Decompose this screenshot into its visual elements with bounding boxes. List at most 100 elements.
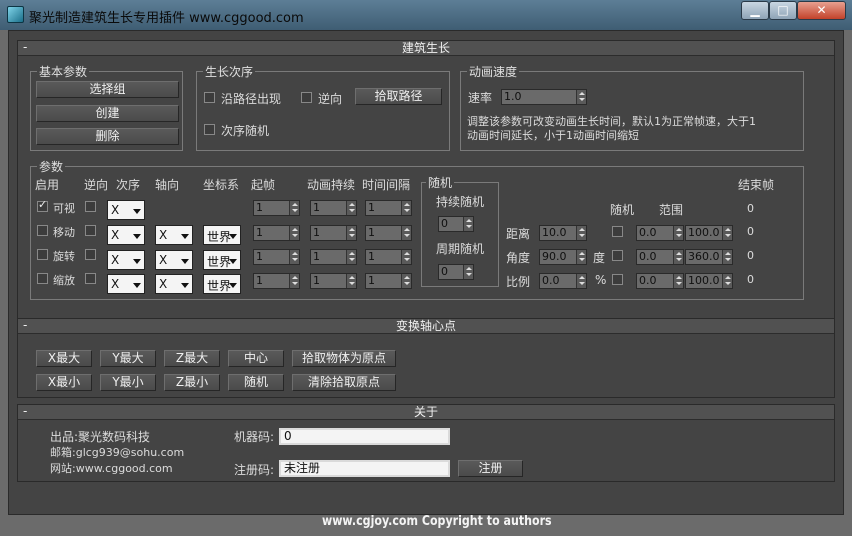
visible-start-spinner[interactable]: 1 xyxy=(253,200,300,216)
visible-enable-checkbox[interactable] xyxy=(37,198,48,212)
spinner-arrows-icon[interactable] xyxy=(722,250,732,264)
scale-duration-spinner[interactable]: 1 xyxy=(310,273,357,289)
move-axis-dropdown[interactable]: X xyxy=(155,225,193,245)
spinner-arrows-icon[interactable] xyxy=(576,226,586,240)
spinner-arrows-icon[interactable] xyxy=(463,217,473,231)
scale-interval-spinner[interactable]: 1 xyxy=(365,273,412,289)
angle-min-spinner[interactable]: 0.0 xyxy=(636,249,684,265)
periodic-random-label: 周期随机 xyxy=(436,242,485,256)
spinner-arrows-icon[interactable] xyxy=(722,274,732,288)
z-min-button[interactable]: Z最小 xyxy=(164,374,220,391)
spinner-arrows-icon[interactable] xyxy=(401,250,411,264)
move-coord-dropdown[interactable]: 世界 xyxy=(203,225,241,245)
spinner-arrows-icon[interactable] xyxy=(576,250,586,264)
visible-interval-spinner[interactable]: 1 xyxy=(365,200,412,216)
scale-enable-checkbox[interactable] xyxy=(37,273,48,284)
delete-button[interactable]: 删除 xyxy=(36,128,179,145)
spinner-arrows-icon[interactable] xyxy=(346,250,356,264)
spinner-arrows-icon[interactable] xyxy=(346,274,356,288)
random-pivot-button[interactable]: 随机 xyxy=(228,374,284,391)
maximize-button[interactable]: □ xyxy=(769,1,797,20)
visible-reverse-checkbox[interactable] xyxy=(85,201,96,212)
rotate-enable-checkbox[interactable] xyxy=(37,249,48,260)
scale-axis-dropdown[interactable]: X xyxy=(155,274,193,294)
visible-duration-spinner[interactable]: 1 xyxy=(310,200,357,216)
machine-code-field[interactable]: 0 xyxy=(279,428,450,445)
scale-order-dropdown[interactable]: X xyxy=(107,274,145,294)
spinner-arrows-icon[interactable] xyxy=(673,250,683,264)
spinner-arrows-icon[interactable] xyxy=(576,90,586,104)
angle-max-spinner[interactable]: 360.0 xyxy=(685,249,733,265)
center-button[interactable]: 中心 xyxy=(228,350,284,367)
pick-path-button[interactable]: 拾取路径 xyxy=(355,88,442,105)
scale-reverse-checkbox[interactable] xyxy=(85,273,96,284)
rotate-reverse-checkbox[interactable] xyxy=(85,249,96,260)
periodic-random-spinner[interactable]: 0 xyxy=(438,264,474,280)
random-order-checkbox[interactable] xyxy=(204,124,215,135)
rollout-title-pivot: 变换轴心点 xyxy=(395,319,456,333)
rotate-interval-value: 1 xyxy=(368,250,375,263)
rotate-axis-dropdown[interactable]: X xyxy=(155,250,193,270)
move-enable-checkbox[interactable] xyxy=(37,225,48,236)
z-max-button[interactable]: Z最大 xyxy=(164,350,220,367)
reverse-order-checkbox[interactable] xyxy=(301,92,312,103)
continuous-random-spinner[interactable]: 0 xyxy=(438,216,474,232)
along-path-checkbox[interactable] xyxy=(204,92,215,103)
move-order-dropdown[interactable]: X xyxy=(107,225,145,245)
scale-start-spinner[interactable]: 1 xyxy=(253,273,300,289)
angle-spinner[interactable]: 90.0 xyxy=(539,249,587,265)
create-button[interactable]: 创建 xyxy=(36,105,179,122)
scale-spinner[interactable]: 0.0 xyxy=(539,273,587,289)
spinner-arrows-icon[interactable] xyxy=(401,201,411,215)
spinner-arrows-icon[interactable] xyxy=(289,201,299,215)
select-group-button[interactable]: 选择组 xyxy=(36,81,179,98)
register-button[interactable]: 注册 xyxy=(458,460,523,477)
move-duration-spinner[interactable]: 1 xyxy=(310,225,357,241)
rollout-header-growth[interactable]: - 建筑生长 xyxy=(18,40,834,56)
reg-code-field[interactable]: 未注册 xyxy=(279,460,450,477)
spinner-arrows-icon[interactable] xyxy=(289,274,299,288)
rotate-start-spinner[interactable]: 1 xyxy=(253,249,300,265)
spinner-arrows-icon[interactable] xyxy=(722,226,732,240)
spinner-arrows-icon[interactable] xyxy=(673,226,683,240)
move-reverse-checkbox[interactable] xyxy=(85,225,96,236)
distance-max-spinner[interactable]: 100.0 xyxy=(685,225,733,241)
spinner-arrows-icon[interactable] xyxy=(463,265,473,279)
clear-origin-button[interactable]: 清除拾取原点 xyxy=(292,374,396,391)
spinner-arrows-icon[interactable] xyxy=(289,250,299,264)
rotate-order-dropdown[interactable]: X xyxy=(107,250,145,270)
visible-order-dropdown[interactable]: X xyxy=(107,200,145,220)
rollout-header-pivot[interactable]: - 变换轴心点 xyxy=(18,318,834,334)
y-min-button[interactable]: Y最小 xyxy=(100,374,156,391)
pick-object-origin-button[interactable]: 拾取物体为原点 xyxy=(292,350,396,367)
spinner-arrows-icon[interactable] xyxy=(673,274,683,288)
move-interval-spinner[interactable]: 1 xyxy=(365,225,412,241)
rotate-interval-spinner[interactable]: 1 xyxy=(365,249,412,265)
spinner-arrows-icon[interactable] xyxy=(289,226,299,240)
close-button[interactable]: ✕ xyxy=(797,1,846,20)
x-max-button[interactable]: X最大 xyxy=(36,350,92,367)
header-interval: 时间间隔 xyxy=(362,178,411,192)
end-frame-move: 0 xyxy=(747,225,754,238)
spinner-arrows-icon[interactable] xyxy=(401,274,411,288)
y-max-button[interactable]: Y最大 xyxy=(100,350,156,367)
scale-coord-dropdown[interactable]: 世界 xyxy=(203,274,241,294)
minimize-button[interactable]: ▁ xyxy=(741,1,769,20)
distance-min-spinner[interactable]: 0.0 xyxy=(636,225,684,241)
scale-random-checkbox[interactable] xyxy=(612,274,623,285)
spinner-arrows-icon[interactable] xyxy=(576,274,586,288)
spinner-arrows-icon[interactable] xyxy=(401,226,411,240)
distance-random-checkbox[interactable] xyxy=(612,226,623,237)
rate-spinner[interactable]: 1.0 xyxy=(501,89,587,105)
rollout-header-about[interactable]: - 关于 xyxy=(18,404,834,420)
scale-min-spinner[interactable]: 0.0 xyxy=(636,273,684,289)
rotate-duration-spinner[interactable]: 1 xyxy=(310,249,357,265)
move-start-spinner[interactable]: 1 xyxy=(253,225,300,241)
scale-max-spinner[interactable]: 100.0 xyxy=(685,273,733,289)
distance-spinner[interactable]: 10.0 xyxy=(539,225,587,241)
x-min-button[interactable]: X最小 xyxy=(36,374,92,391)
spinner-arrows-icon[interactable] xyxy=(346,226,356,240)
rotate-coord-dropdown[interactable]: 世界 xyxy=(203,250,241,270)
angle-random-checkbox[interactable] xyxy=(612,250,623,261)
spinner-arrows-icon[interactable] xyxy=(346,201,356,215)
